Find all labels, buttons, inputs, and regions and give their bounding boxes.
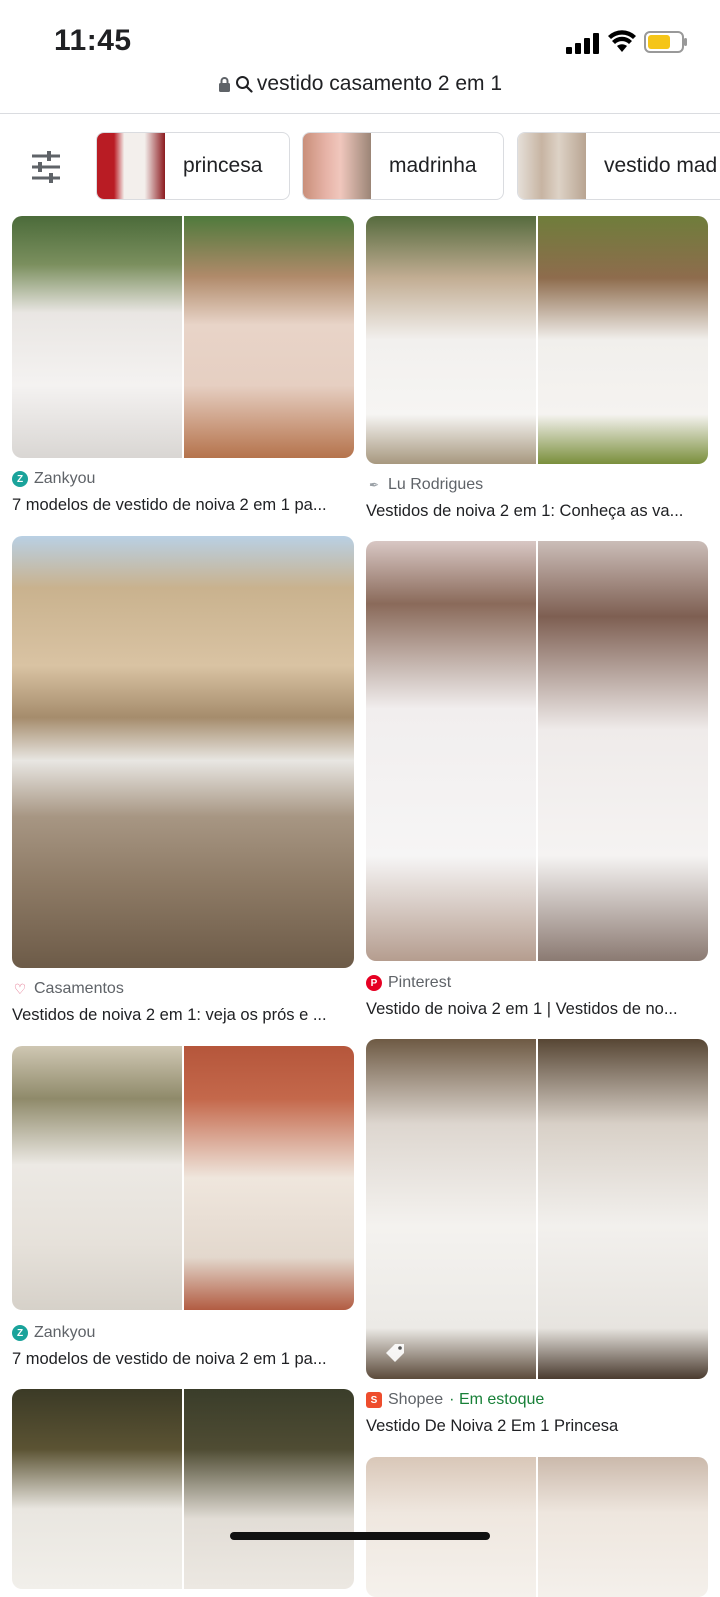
header-divider — [0, 113, 720, 114]
chip-princesa[interactable]: princesa — [96, 132, 290, 200]
chip-label: madrinha — [389, 154, 477, 177]
result-source: P Pinterest — [366, 974, 451, 992]
zankyou-icon: Z — [12, 471, 28, 487]
result-source: ✒ Lu Rodrigues — [366, 476, 483, 494]
result-image[interactable] — [12, 216, 354, 458]
result-image[interactable] — [12, 1046, 354, 1310]
home-indicator[interactable] — [230, 1532, 490, 1540]
chip-vestido-mad[interactable]: vestido mad — [517, 132, 720, 200]
search-icon — [235, 76, 253, 93]
result-image[interactable] — [12, 536, 354, 968]
source-logo-icon: ✒ — [366, 477, 382, 493]
result-source: Z Zankyou — [12, 1324, 95, 1342]
result-card[interactable]: Z Zankyou 7 modelos de vestido de noiva … — [12, 216, 354, 521]
result-source: S Shopee · Em estoque — [366, 1391, 544, 1409]
source-name: Zankyou — [34, 1324, 96, 1341]
status-bar: 11:45 — [0, 0, 720, 76]
filter-icon[interactable] — [28, 150, 64, 184]
source-name: Zankyou — [34, 470, 96, 487]
lock-icon — [218, 76, 230, 92]
status-time: 11:45 — [54, 24, 132, 57]
chip-thumbnail — [303, 133, 371, 199]
result-image[interactable] — [366, 216, 708, 464]
source-name: Casamentos — [34, 980, 124, 997]
result-card[interactable]: Z Zankyou 7 modelos de vestido de noiva … — [12, 1046, 354, 1371]
result-source: Z Zankyou — [12, 470, 95, 488]
result-image[interactable] — [12, 1389, 354, 1589]
suggestion-chips: princesa madrinha vestido mad — [0, 130, 720, 204]
source-name: Lu Rodrigues — [388, 476, 484, 493]
result-title[interactable]: 7 modelos de vestido de noiva 2 em 1 pa.… — [12, 496, 354, 515]
source-name: Pinterest — [388, 974, 452, 991]
search-query: vestido casamento 2 em 1 — [256, 72, 503, 95]
result-title[interactable]: 7 modelos de vestido de noiva 2 em 1 pa.… — [12, 1350, 354, 1369]
chip-label: princesa — [183, 154, 263, 177]
pinterest-icon: P — [366, 975, 382, 991]
result-title[interactable]: Vestidos de noiva 2 em 1: veja os prós e… — [12, 1006, 354, 1025]
result-title[interactable]: Vestido de noiva 2 em 1 | Vestidos de no… — [366, 1000, 708, 1019]
result-card[interactable]: ✒ Lu Rodrigues Vestidos de noiva 2 em 1:… — [366, 216, 708, 526]
result-image[interactable] — [366, 1039, 708, 1379]
source-name: Shopee — [388, 1391, 444, 1408]
address-bar[interactable]: vestido casamento 2 em 1 — [0, 72, 720, 112]
heart-icon: ♡ — [12, 980, 28, 997]
shopee-icon: S — [366, 1392, 382, 1408]
chip-label: vestido mad — [604, 154, 718, 177]
result-image[interactable] — [366, 541, 708, 961]
wifi-icon — [608, 30, 636, 52]
result-source: ♡ Casamentos — [12, 980, 124, 998]
result-title[interactable]: Vestidos de noiva 2 em 1: Conheça as va.… — [366, 502, 708, 521]
result-card[interactable]: ♡ Casamentos Vestidos de noiva 2 em 1: v… — [12, 536, 354, 1026]
result-card[interactable] — [366, 1457, 708, 1597]
cellular-signal-icon — [566, 33, 599, 54]
stock-status: · Em estoque — [449, 1391, 545, 1408]
zankyou-icon: Z — [12, 1325, 28, 1341]
result-card[interactable]: S Shopee · Em estoque Vestido De Noiva 2… — [366, 1039, 708, 1439]
battery-icon — [644, 31, 687, 53]
chip-thumbnail — [518, 133, 586, 199]
chip-madrinha[interactable]: madrinha — [302, 132, 504, 200]
result-title[interactable]: Vestido De Noiva 2 Em 1 Princesa — [366, 1417, 708, 1436]
result-card[interactable]: P Pinterest Vestido de noiva 2 em 1 | Ve… — [366, 541, 708, 1021]
result-image[interactable] — [366, 1457, 708, 1597]
shopping-tag-icon — [386, 1344, 404, 1362]
chip-thumbnail — [97, 133, 165, 199]
